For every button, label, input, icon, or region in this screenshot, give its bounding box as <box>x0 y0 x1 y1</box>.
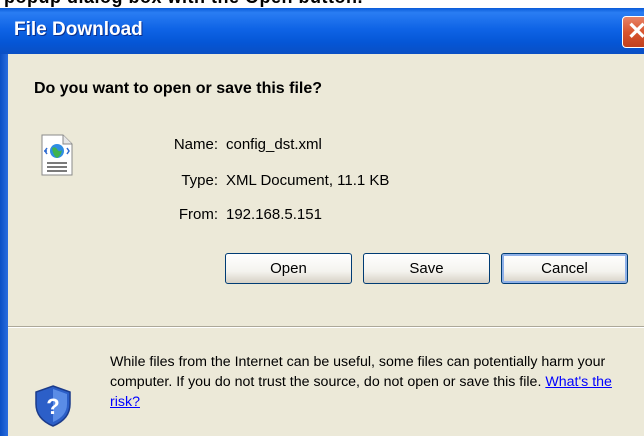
xml-document-icon <box>41 134 73 176</box>
svg-text:?: ? <box>46 394 59 419</box>
window-left-border <box>0 54 8 436</box>
type-value: XML Document, 11.1 KB <box>226 172 390 189</box>
window-title: File Download <box>14 19 143 40</box>
separator-highlight <box>8 327 644 328</box>
close-icon: ✕ <box>627 18 644 45</box>
type-label: Type: <box>181 172 218 189</box>
dialog-question: Do you want to open or save this file? <box>34 80 323 97</box>
background-window-fragment: popup dialog box with the Open button. <box>0 0 644 8</box>
from-value: 192.168.5.151 <box>226 206 322 223</box>
background-window-text: popup dialog box with the Open button. <box>4 0 363 8</box>
file-download-dialog: File Download ✕ Do you want to open or s… <box>0 8 644 436</box>
title-bar[interactable]: File Download ✕ <box>0 8 644 54</box>
warning-text: While files from the Internet can be use… <box>110 354 606 390</box>
open-button[interactable]: Open <box>225 253 352 284</box>
name-value: config_dst.xml <box>226 136 322 153</box>
dialog-body: Do you want to open or save this file? N… <box>8 54 644 436</box>
cancel-button[interactable]: Cancel <box>501 253 628 284</box>
from-label: From: <box>178 206 218 223</box>
name-label: Name: <box>173 136 218 153</box>
save-button[interactable]: Save <box>363 253 490 284</box>
security-warning: While files from the Internet can be use… <box>110 352 640 412</box>
close-button[interactable]: ✕ <box>622 16 644 48</box>
security-shield-question-icon: ? <box>35 385 71 427</box>
